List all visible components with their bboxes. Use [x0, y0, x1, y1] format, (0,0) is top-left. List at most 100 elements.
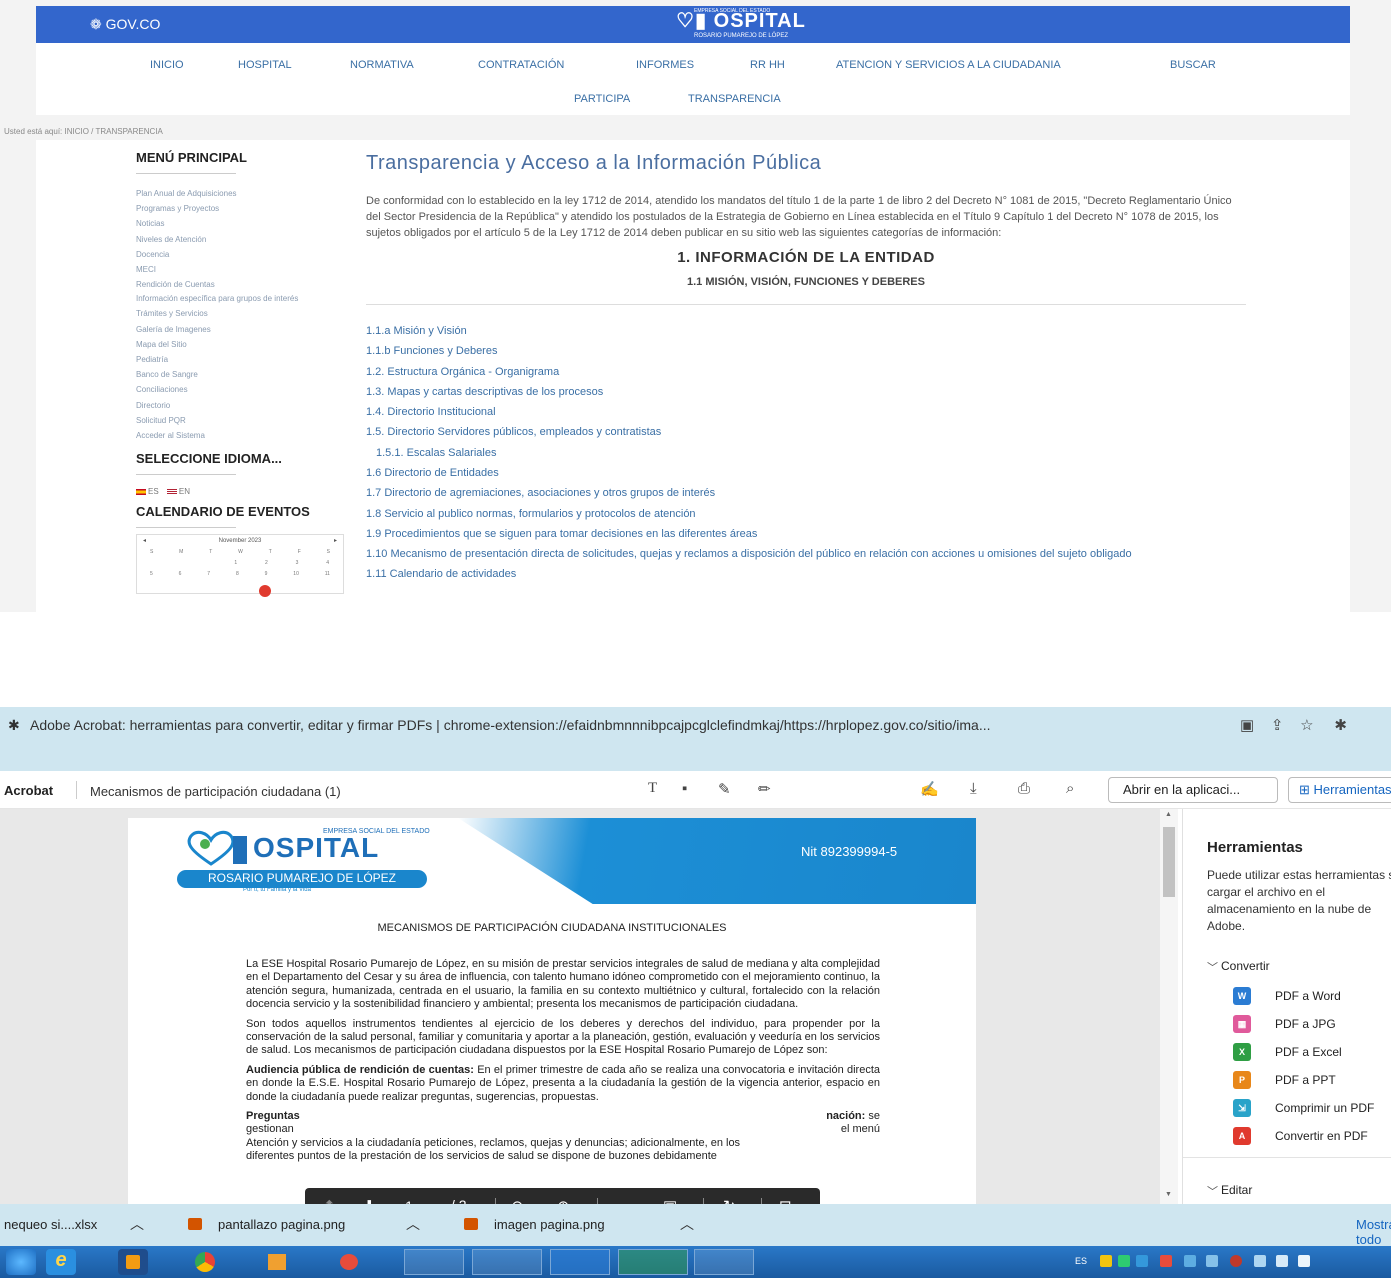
taskbar-window-button[interactable] — [694, 1249, 754, 1275]
bookmark-star-icon[interactable]: ☆ — [1300, 717, 1313, 734]
gov-co-logo[interactable]: ❁ GOV.CO — [90, 16, 160, 33]
start-orb-icon[interactable] — [6, 1249, 36, 1275]
nav-contratacion[interactable]: CONTRATACIÓN — [478, 59, 564, 71]
zoom-in-icon[interactable]: ⊕ — [557, 1197, 570, 1204]
pdf-to-excel[interactable]: PDF a Excel — [1275, 1045, 1342, 1059]
nav-atencion-ciudadania[interactable]: ATENCION Y SERVICIOS A LA CIUDADANIA — [836, 59, 1061, 71]
chrome-icon[interactable] — [190, 1249, 220, 1275]
nav-participa[interactable]: PARTICIPA — [574, 93, 630, 105]
calendar-day[interactable]: 8 — [236, 569, 239, 580]
transparency-link[interactable]: 1.1.b Funciones y Deberes — [366, 341, 1246, 361]
sidebar-item[interactable]: Niveles de Atención — [136, 232, 351, 247]
transparency-link[interactable]: 1.3. Mapas y cartas descriptivas de los … — [366, 382, 1246, 402]
scroll-thumb[interactable] — [1163, 827, 1175, 897]
extensions-puzzle-icon[interactable]: ✱ — [1334, 717, 1347, 734]
internet-explorer-icon[interactable]: e — [46, 1249, 76, 1275]
calendar-day[interactable]: 5 — [150, 569, 153, 580]
tray-icon[interactable] — [1118, 1255, 1130, 1267]
tools-button[interactable]: ⊞ Herramientas — [1288, 777, 1391, 803]
sidebar-item[interactable]: Conciliaciones — [136, 382, 351, 397]
lang-es[interactable]: ES — [148, 487, 159, 496]
volume-icon[interactable] — [1298, 1255, 1310, 1267]
app-icon[interactable] — [334, 1249, 364, 1275]
download-icon[interactable]: ⤓ — [970, 780, 977, 797]
network-icon[interactable] — [1276, 1255, 1288, 1267]
nav-rrhh[interactable]: RR HH — [750, 59, 785, 71]
transparency-link[interactable]: 1.5. Directorio Servidores públicos, emp… — [366, 422, 1246, 442]
scroll-up-icon[interactable]: ▲ — [1165, 811, 1172, 818]
caret-up-icon[interactable]: ︿ — [130, 1214, 144, 1234]
prev-month-icon[interactable]: ◂ — [143, 535, 146, 547]
tray-icon[interactable] — [1206, 1255, 1218, 1267]
calendar-day[interactable]: 11 — [325, 569, 330, 580]
media-player-icon[interactable] — [118, 1249, 148, 1275]
pdf-to-jpg[interactable]: PDF a JPG — [1275, 1017, 1336, 1031]
print-icon[interactable]: ⎙ — [1018, 780, 1030, 797]
sidebar-item[interactable]: Pediatría — [136, 352, 351, 367]
nav-inicio[interactable]: INICIO — [150, 59, 184, 71]
transparency-link[interactable]: 1.2. Estructura Orgánica - Organigrama — [366, 362, 1246, 382]
compress-pdf[interactable]: Comprimir un PDF — [1275, 1101, 1374, 1115]
pdf-to-ppt[interactable]: PDF a PPT — [1275, 1073, 1336, 1087]
transparency-link[interactable]: 1.7 Directorio de agremiaciones, asociac… — [366, 483, 1246, 503]
comment-icon[interactable]: ▪ — [682, 780, 687, 797]
calendar-day[interactable]: 4 — [326, 558, 329, 569]
calendar-day[interactable]: 3 — [296, 558, 299, 569]
convert-section[interactable]: Convertir — [1221, 959, 1270, 973]
search-icon[interactable]: ⌕ — [1066, 780, 1074, 797]
calendar-day[interactable]: 10 — [293, 569, 299, 580]
sidebar-item[interactable]: Noticias — [136, 216, 351, 231]
sidebar-item[interactable]: Docencia — [136, 247, 351, 262]
sidebar-item[interactable]: Banco de Sangre — [136, 367, 351, 382]
nav-transparencia[interactable]: TRANSPARENCIA — [688, 93, 781, 105]
sidebar-item[interactable]: Mapa del Sitio — [136, 337, 351, 352]
url-field[interactable]: Adobe Acrobat: herramientas para convert… — [30, 717, 991, 733]
pdf-to-word[interactable]: PDF a Word — [1275, 989, 1341, 1003]
calendar-day[interactable]: 1 — [234, 558, 237, 569]
calendar-day[interactable]: 6 — [179, 569, 182, 580]
sidebar-item[interactable]: Galería de Imagenes — [136, 322, 351, 337]
highlight-icon[interactable]: ✎ — [718, 780, 731, 798]
sidebar-item[interactable]: Directorio — [136, 398, 351, 413]
translate-icon[interactable]: ▣ — [1240, 717, 1254, 734]
rotate-icon[interactable]: ↻ — [723, 1197, 736, 1204]
zoom-out-icon[interactable]: ⊖ — [511, 1197, 524, 1204]
nav-buscar[interactable]: BUSCAR — [1170, 59, 1216, 71]
fill-sign-icon[interactable]: ✍ — [920, 780, 939, 798]
sidebar-item[interactable]: MECI — [136, 262, 351, 277]
caret-up-icon[interactable]: ︿ — [680, 1214, 694, 1234]
share-icon[interactable]: ⇪ — [1271, 717, 1284, 734]
tray-icon[interactable] — [1184, 1255, 1196, 1267]
transparency-link[interactable]: 1.10 Mecanismo de presentación directa d… — [366, 546, 1246, 562]
tray-icon[interactable] — [1100, 1255, 1112, 1267]
transparency-link[interactable]: 1.11 Calendario de actividades — [366, 564, 1246, 584]
sidebar-item[interactable]: Plan Anual de Adquisiciones — [136, 186, 351, 201]
fit-width-icon[interactable]: ⇔ — [617, 1197, 632, 1204]
page-layout-icon[interactable]: ⊟ — [779, 1197, 792, 1204]
next-page-icon[interactable]: ⬇ — [363, 1197, 376, 1204]
sidebar-item[interactable]: Programas y Proyectos — [136, 201, 351, 216]
tray-icon[interactable] — [1230, 1255, 1242, 1267]
add-text-icon[interactable]: T — [648, 780, 657, 797]
edit-section[interactable]: Editar — [1221, 1183, 1252, 1197]
tray-icon[interactable] — [1254, 1255, 1266, 1267]
caret-up-icon[interactable]: ︿ — [406, 1214, 420, 1234]
taskbar-excel-button[interactable] — [618, 1249, 688, 1275]
chevron-down-icon[interactable]: ﹀ — [1207, 1183, 1218, 1199]
transparency-link[interactable]: 1.1.a Misión y Visión — [366, 321, 1246, 341]
chevron-down-icon[interactable]: ﹀ — [1207, 959, 1218, 975]
nav-normativa[interactable]: NORMATIVA — [350, 59, 414, 71]
tray-icon[interactable] — [1136, 1255, 1148, 1267]
download-item[interactable]: imagen pagina.png — [494, 1217, 605, 1232]
download-item[interactable]: nequeo si....xlsx — [4, 1217, 97, 1232]
taskbar-winrar-button[interactable] — [472, 1249, 542, 1275]
lang-en[interactable]: EN — [179, 487, 190, 496]
next-month-icon[interactable]: ▸ — [334, 535, 337, 547]
calendar-day[interactable]: 2 — [265, 558, 268, 569]
transparency-link[interactable]: 1.6 Directorio de Entidades — [366, 463, 1246, 483]
sidebar-item[interactable]: Acceder al Sistema — [136, 428, 351, 443]
tray-language[interactable]: ES — [1075, 1256, 1087, 1266]
pdf-scrollbar[interactable]: ▲ ▼ — [1160, 809, 1178, 1204]
draw-icon[interactable]: ✏ — [758, 780, 771, 798]
transparency-link[interactable]: 1.8 Servicio al publico normas, formular… — [366, 504, 1246, 524]
